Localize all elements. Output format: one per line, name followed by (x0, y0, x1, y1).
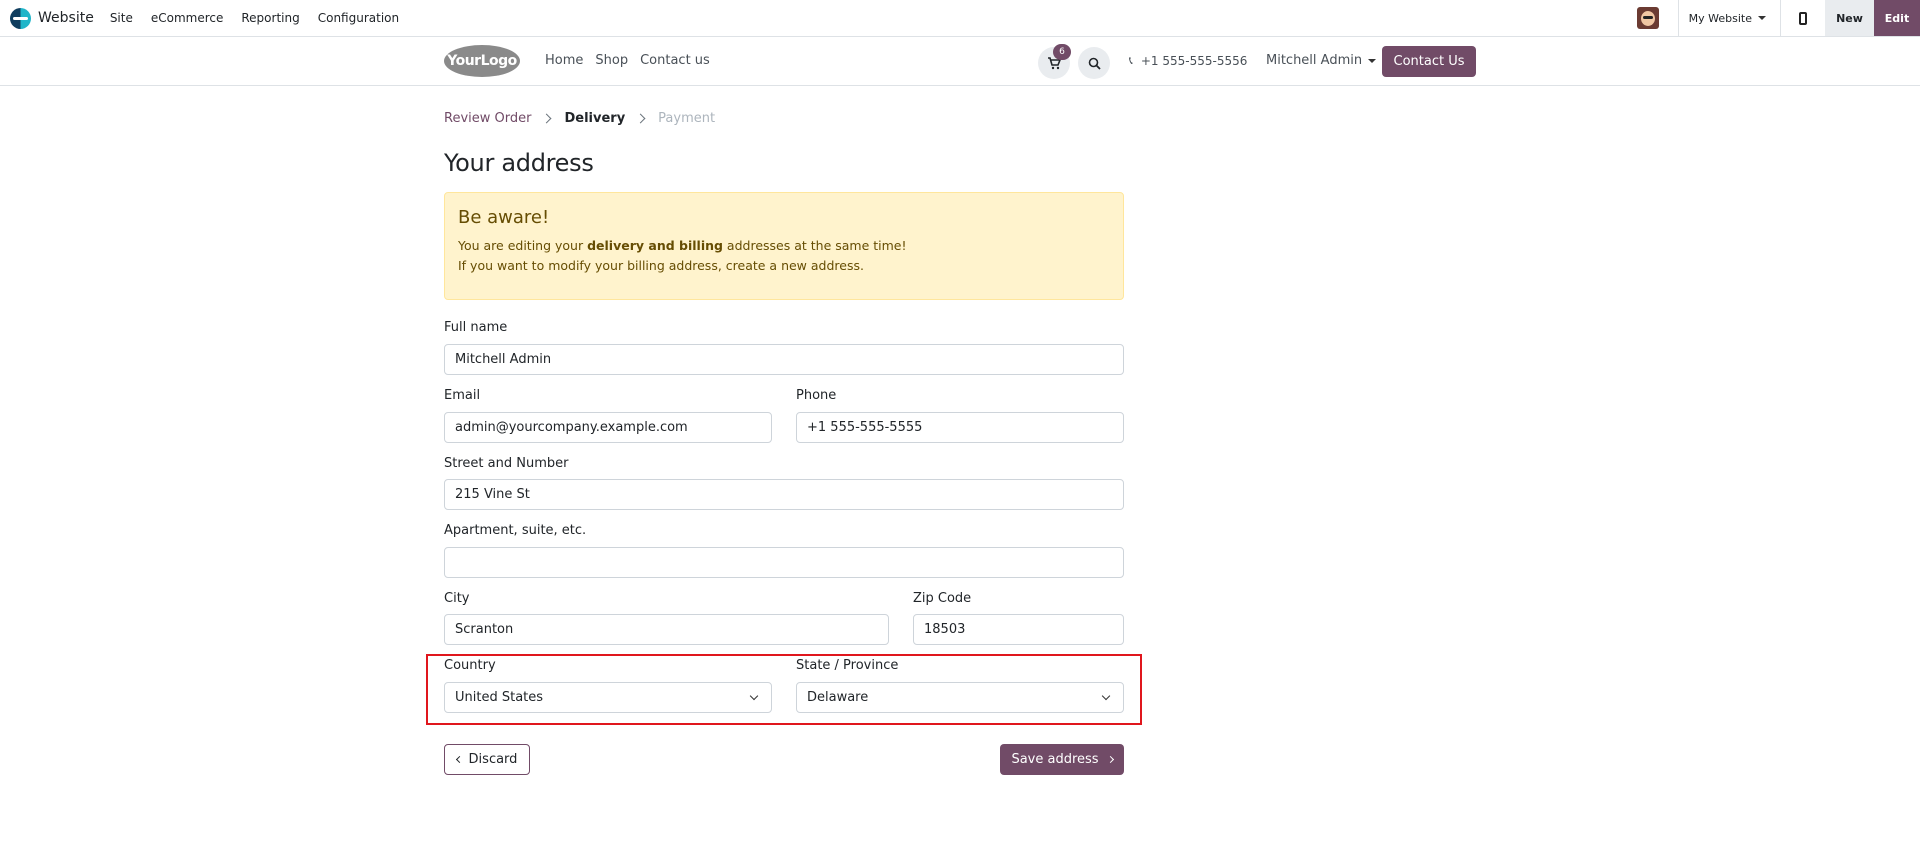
breadcrumb-review-order[interactable]: Review Order (444, 111, 531, 126)
new-button[interactable]: New (1825, 0, 1874, 36)
edit-button[interactable]: Edit (1874, 0, 1920, 36)
website-switcher-label: My Website (1688, 11, 1752, 25)
nav-home[interactable]: Home (545, 53, 583, 68)
discard-label: Discard (468, 752, 518, 767)
chevron-right-icon (1106, 755, 1114, 764)
mobile-icon (1799, 11, 1807, 25)
chevron-down-icon (1101, 691, 1111, 701)
alert-line-1: You are editing your delivery and billin… (458, 236, 1110, 256)
state-label: State / Province (796, 658, 899, 673)
website-switcher[interactable]: My Website (1679, 0, 1780, 36)
admin-menu: Site eCommerce Reporting Configuration (110, 11, 417, 25)
email-input[interactable]: admin@yourcompany.example.com (444, 412, 772, 443)
alert-title: Be aware! (458, 207, 550, 228)
zip-input[interactable]: 18503 (913, 614, 1124, 645)
user-menu[interactable]: Mitchell Admin (1266, 53, 1377, 68)
full-name-label: Full name (444, 320, 508, 335)
checkout-breadcrumb: Review Order Delivery Payment (444, 111, 715, 126)
alert-line-2: If you want to modify your billing addre… (458, 258, 864, 273)
breadcrumb-payment: Payment (658, 111, 716, 126)
chevron-down-icon (749, 691, 759, 701)
save-address-label: Save address (1011, 752, 1099, 767)
menu-reporting[interactable]: Reporting (241, 11, 299, 25)
discard-button[interactable]: Discard (444, 744, 530, 775)
email-label: Email (444, 388, 481, 403)
site-logo[interactable]: YourLogo (444, 45, 520, 77)
city-label: City (444, 591, 470, 606)
search-button[interactable] (1078, 47, 1110, 79)
site-nav: Home Shop Contact us (545, 53, 722, 68)
header-phone[interactable]: 📞︎ +1 555-555-5556 (1129, 54, 1247, 68)
nav-shop[interactable]: Shop (595, 53, 628, 68)
contact-us-button[interactable]: Contact Us (1382, 46, 1476, 77)
street-input[interactable]: 215 Vine St (444, 479, 1124, 510)
country-select-value: United States (455, 690, 544, 705)
street-label: Street and Number (444, 456, 569, 471)
city-input[interactable]: Scranton (444, 614, 889, 645)
app-brand[interactable]: Website (10, 0, 94, 37)
menu-ecommerce[interactable]: eCommerce (151, 11, 224, 25)
cart-count-badge: 6 (1053, 44, 1071, 60)
search-icon (1088, 57, 1101, 70)
menu-site[interactable]: Site (110, 11, 133, 25)
menu-configuration[interactable]: Configuration (318, 11, 399, 25)
breadcrumb-delivery: Delivery (564, 111, 626, 126)
app-name: Website (38, 10, 94, 26)
full-name-input[interactable]: Mitchell Admin (444, 344, 1124, 375)
street2-label: Apartment, suite, etc. (444, 523, 587, 538)
zip-label: Zip Code (913, 591, 972, 606)
chevron-right-icon (635, 113, 646, 124)
admin-navbar: Website Site eCommerce Reporting Configu… (0, 0, 1920, 37)
phone-input[interactable]: +1 555-555-5555 (796, 412, 1124, 443)
mobile-preview-button[interactable] (1781, 0, 1825, 36)
country-label: Country (444, 658, 496, 673)
chevron-left-icon (455, 755, 463, 764)
nav-contact-us[interactable]: Contact us (640, 53, 710, 68)
phone-icon: 📞︎ (1129, 54, 1133, 67)
state-select[interactable]: Delaware (796, 682, 1124, 713)
website-app-icon (10, 7, 31, 29)
save-address-button[interactable]: Save address (1000, 744, 1124, 775)
user-avatar-button[interactable] (1628, 0, 1668, 36)
alert-bold-text: delivery and billing (587, 238, 723, 253)
state-select-value: Delaware (807, 690, 869, 705)
country-select[interactable]: United States (444, 682, 772, 713)
admin-actions: My Website New Edit (1628, 0, 1920, 36)
chevron-right-icon (542, 113, 552, 124)
warning-alert: Be aware! You are editing your delivery … (444, 192, 1124, 300)
user-name: Mitchell Admin (1266, 53, 1363, 68)
phone-number: +1 555-555-5556 (1140, 54, 1248, 68)
avatar (1636, 7, 1659, 29)
alert-text: You are editing your (458, 238, 588, 253)
alert-text: addresses at the same time! (722, 238, 907, 253)
caret-down-icon (1368, 58, 1377, 63)
caret-down-icon (1758, 16, 1766, 20)
website-header: YourLogo Home Shop Contact us 6 📞︎ +1 55… (0, 37, 1920, 86)
phone-label: Phone (796, 388, 837, 403)
page-title: Your address (444, 149, 594, 177)
street2-input[interactable] (444, 547, 1124, 578)
